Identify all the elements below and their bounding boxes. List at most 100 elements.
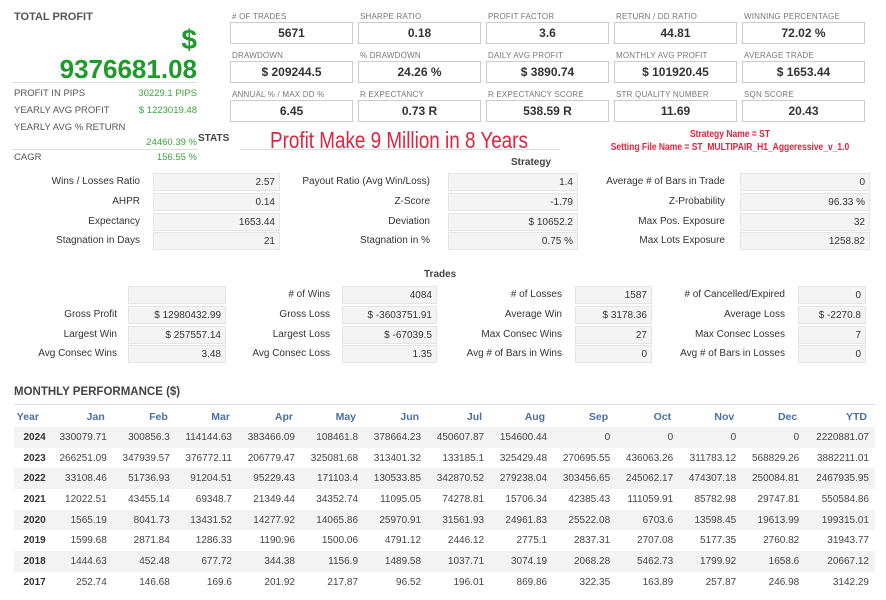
table-cell: 217.87	[327, 576, 359, 588]
stat-label: Payout Ratio (Avg Win/Loss)	[302, 176, 430, 187]
table-cell: 279238.04	[490, 468, 554, 490]
metric-value: 5671	[230, 22, 353, 44]
summary-value: 30229.1 PIPS	[138, 88, 197, 99]
table-cell: 114144.63	[175, 427, 238, 448]
stat-value: $ 10652.2	[448, 212, 578, 231]
metric-label: # OF TRADES	[232, 12, 287, 21]
metric-value: $ 1653.44	[742, 61, 865, 83]
metric-label: SHARPE RATIO	[360, 12, 422, 21]
table-cell: 19613.99	[742, 509, 806, 531]
metric-label: WINNING PERCENTAGE	[744, 12, 840, 21]
stat-value: 2.57	[153, 173, 280, 191]
trade-value: 0	[575, 345, 652, 364]
table-cell: 14065.86	[300, 509, 365, 531]
stat-label: Max Pos. Exposure	[638, 215, 725, 227]
column-header: Nov	[714, 410, 735, 423]
column-header: Feb	[149, 410, 168, 423]
table-cell: 169.6	[206, 576, 232, 588]
table-cell: 313401.32	[373, 452, 422, 464]
table-cell: 21349.44	[253, 493, 295, 505]
trade-value: $ -67039.5	[342, 325, 437, 344]
monthly-performance-title: MONTHLY PERFORMANCE ($)	[14, 386, 181, 398]
stat-label: Wins / Losses Ratio	[51, 176, 140, 187]
stat-label: Deviation	[388, 215, 430, 227]
table-cell: 300856.3	[112, 427, 176, 448]
table-cell: 6703.6	[616, 509, 680, 531]
table-cell: 206779.47	[247, 452, 295, 464]
column-header: May	[335, 410, 357, 423]
table-cell: 2220881.07	[805, 427, 875, 448]
table-cell: 266251.09	[59, 452, 107, 464]
table-cell: 69348.7	[195, 493, 232, 505]
total-profit-label: TOTAL PROFIT	[14, 11, 93, 23]
metric-value: 0.18	[358, 22, 481, 44]
metric-label: R EXPECTANCY SCORE	[488, 90, 584, 99]
table-cell: 2775.1	[516, 535, 548, 547]
table-cell: 96.52	[396, 576, 422, 588]
table-cell: 347939.57	[122, 452, 170, 464]
column-header: Oct	[653, 410, 672, 423]
table-cell: 8041.73	[112, 509, 176, 531]
strategy-heading: Strategy	[511, 157, 552, 168]
table-cell: 474307.18	[679, 468, 743, 490]
stat-value: -1.79	[448, 192, 578, 211]
metric-value: 24.26 %	[358, 61, 481, 83]
table-cell: 246.98	[768, 576, 800, 588]
column-header: Apr	[274, 410, 293, 423]
summary-value: 156.55 %	[156, 152, 197, 163]
table-row: 2023 266251.09 347939.57 376772.11 206779.47…	[14, 448, 875, 469]
table-cell: 15706.34	[505, 493, 548, 505]
table-cell: 2022	[14, 468, 50, 490]
stat-label: Stagnation in %	[359, 235, 430, 247]
table-cell: 24961.83	[490, 509, 554, 531]
stat-label: AHPR	[112, 195, 140, 207]
metric-value: 44.81	[614, 22, 737, 44]
table-cell: 31561.93	[427, 509, 491, 531]
trade-value: 0	[798, 345, 866, 364]
column-header: Aug	[524, 410, 546, 423]
trade-label: Avg # of Bars in Wins	[466, 348, 562, 360]
metric-label: STR QUALITY NUMBER	[616, 90, 709, 99]
table-cell: 111059.91	[627, 493, 674, 505]
table-cell: 245062.17	[616, 468, 680, 490]
table-cell: 2467935.95	[805, 468, 875, 490]
metric-label: PROFIT FACTOR	[488, 12, 555, 21]
table-cell: 325081.68	[310, 452, 359, 464]
metric-value: 0.73 R	[358, 100, 481, 122]
table-cell: 4791.12	[384, 535, 422, 547]
table-cell: 14277.92	[237, 509, 301, 531]
table-cell: 2068.28	[553, 551, 617, 572]
stat-label: Z-Score	[394, 195, 430, 207]
table-cell: 330079.71	[49, 427, 113, 448]
column-header: Jun	[400, 410, 420, 423]
trade-value: $ -3603751.91	[342, 305, 437, 324]
trade-value: 27	[575, 325, 652, 344]
stat-value: 0.14	[153, 192, 280, 211]
table-row: 2024 330079.71 300856.3 114144.63 383466.09 1…	[14, 427, 875, 448]
trade-label: Gross Profit	[64, 308, 117, 320]
table-cell: 250084.81	[742, 468, 806, 490]
table-cell: 2021	[23, 493, 46, 505]
table-cell: 2707.08	[637, 535, 674, 547]
table-cell: 1565.19	[49, 509, 113, 531]
trade-label: # of Losses	[510, 289, 562, 300]
metric-label: R EXPECTANCY	[360, 90, 425, 99]
column-header: Jan	[86, 410, 105, 423]
metric-label: SQN SCORE	[744, 90, 794, 99]
column-header: Sep	[588, 410, 609, 423]
stat-value: 1258.82	[740, 232, 870, 251]
table-row: 2021 12022.51 43455.14 69348.7 21349.44 34352…	[14, 489, 875, 510]
table-cell: 11095.05	[380, 493, 422, 505]
table-cell: 1444.63	[49, 551, 113, 572]
summary-label: YEARLY AVG PROFIT	[14, 105, 110, 116]
table-cell: 2020	[14, 509, 50, 531]
table-cell: 13431.52	[175, 509, 238, 531]
trade-label: Gross Loss	[279, 308, 330, 320]
table-cell: 2837.31	[573, 535, 611, 547]
table-cell: 568829.26	[751, 452, 800, 464]
table-cell: 29747.81	[757, 493, 800, 505]
trade-value: 3.48	[128, 345, 226, 364]
trade-label: Largest Loss	[272, 328, 330, 340]
table-cell: 25970.91	[364, 509, 428, 531]
table-cell: 342870.52	[427, 468, 491, 490]
